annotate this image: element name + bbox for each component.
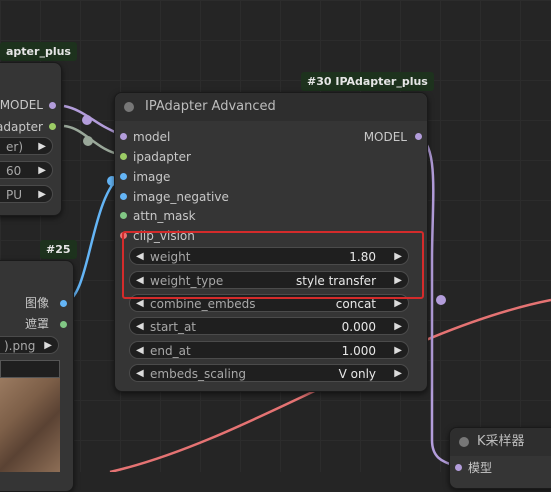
output-model-label: MODEL (363, 130, 407, 144)
node25-mask-output-dot[interactable] (60, 321, 67, 328)
ksampler-node[interactable]: K采样器 模型 (449, 427, 551, 489)
input-model-label: model (133, 130, 171, 144)
ksampler-input-model: 模型 (468, 461, 493, 475)
arrow-left-icon[interactable]: ◀ (136, 318, 144, 336)
link-midpoint[interactable] (436, 295, 446, 305)
left-model-output-dot[interactable] (49, 102, 56, 109)
circle-icon[interactable] (459, 437, 469, 447)
left-widget-0[interactable]: er) ▶ (0, 137, 53, 155)
arrow-right-icon[interactable]: ▶ (394, 318, 402, 336)
embeds-scaling-label: embeds_scaling (150, 367, 247, 381)
left-output-model: MODEL (0, 98, 43, 112)
node25-image-filename: ).png (4, 339, 36, 353)
left-widget-1[interactable]: 60 ▶ (0, 161, 53, 179)
arrow-right-icon[interactable]: ▶ (38, 138, 46, 156)
left-output-ipadapter: adapter (0, 120, 43, 134)
arrow-left-icon[interactable]: ◀ (136, 342, 144, 360)
arrow-left-icon[interactable]: ◀ (136, 365, 144, 383)
node25-badge: #25 (40, 240, 77, 259)
end-at-widget[interactable]: ◀ end_at 1.000 ▶ (129, 341, 409, 359)
node-title: IPAdapter Advanced (145, 99, 276, 114)
embeds-scaling-value: V only (338, 367, 376, 381)
left-widget-2[interactable]: PU ▶ (0, 185, 53, 203)
arrow-right-icon[interactable]: ▶ (394, 365, 402, 383)
node-title-bar[interactable]: IPAdapter Advanced (115, 93, 427, 121)
embeds-scaling-widget[interactable]: ◀ embeds_scaling V only ▶ (129, 364, 409, 382)
left-node[interactable]: MODEL adapter er) ▶ 60 ▶ PU ▶ (0, 62, 62, 216)
input-attn-mask-label: attn_mask (133, 209, 196, 223)
link-midpoint[interactable] (82, 115, 92, 125)
node25-output-mask: 遮罩 (24, 317, 49, 331)
main-node-badge: #30 IPAdapter_plus (301, 72, 434, 91)
node25-image-widget[interactable]: ).png ▶ (0, 336, 59, 354)
ksampler-model-input-dot[interactable] (455, 464, 462, 471)
end-at-value: 1.000 (341, 344, 376, 358)
start-at-widget[interactable]: ◀ start_at 0.000 ▶ (129, 317, 409, 335)
input-attn-mask-dot[interactable] (120, 212, 127, 219)
input-ipadapter-dot[interactable] (120, 153, 127, 160)
arrow-right-icon[interactable]: ▶ (394, 342, 402, 360)
start-at-label: start_at (150, 320, 197, 334)
left-ipadapter-output-dot[interactable] (49, 123, 56, 130)
arrow-right-icon[interactable]: ▶ (44, 337, 52, 355)
output-model-dot[interactable] (415, 133, 422, 140)
node25-image-output-dot[interactable] (60, 300, 67, 307)
start-at-value: 0.000 (341, 320, 376, 334)
input-image-negative-dot[interactable] (120, 193, 127, 200)
input-image-negative-label: image_negative (133, 190, 229, 204)
ksampler-title-bar[interactable]: K采样器 (450, 428, 551, 456)
node25-output-image: 图像 (24, 296, 49, 310)
highlight-box (122, 231, 424, 299)
circle-icon[interactable] (124, 102, 134, 112)
left-widget-2-value: PU (6, 188, 23, 202)
left-widget-1-value: 60 (6, 164, 22, 178)
left-widget-0-value: er) (6, 140, 23, 154)
input-ipadapter-label: ipadapter (133, 150, 191, 164)
node25-text-field[interactable] (0, 360, 60, 378)
image-preview (0, 378, 60, 472)
left-node-badge: apter_plus (0, 42, 77, 61)
input-model-dot[interactable] (120, 133, 127, 140)
arrow-right-icon[interactable]: ▶ (38, 162, 46, 180)
ksampler-title: K采样器 (477, 434, 525, 449)
end-at-label: end_at (150, 344, 191, 358)
graph-canvas[interactable]: apter_plus MODEL adapter er) ▶ 60 ▶ PU ▶… (0, 0, 551, 492)
input-image-dot[interactable] (120, 173, 127, 180)
link-midpoint[interactable] (83, 136, 93, 146)
arrow-right-icon[interactable]: ▶ (38, 186, 46, 204)
input-image-label: image (133, 170, 171, 184)
